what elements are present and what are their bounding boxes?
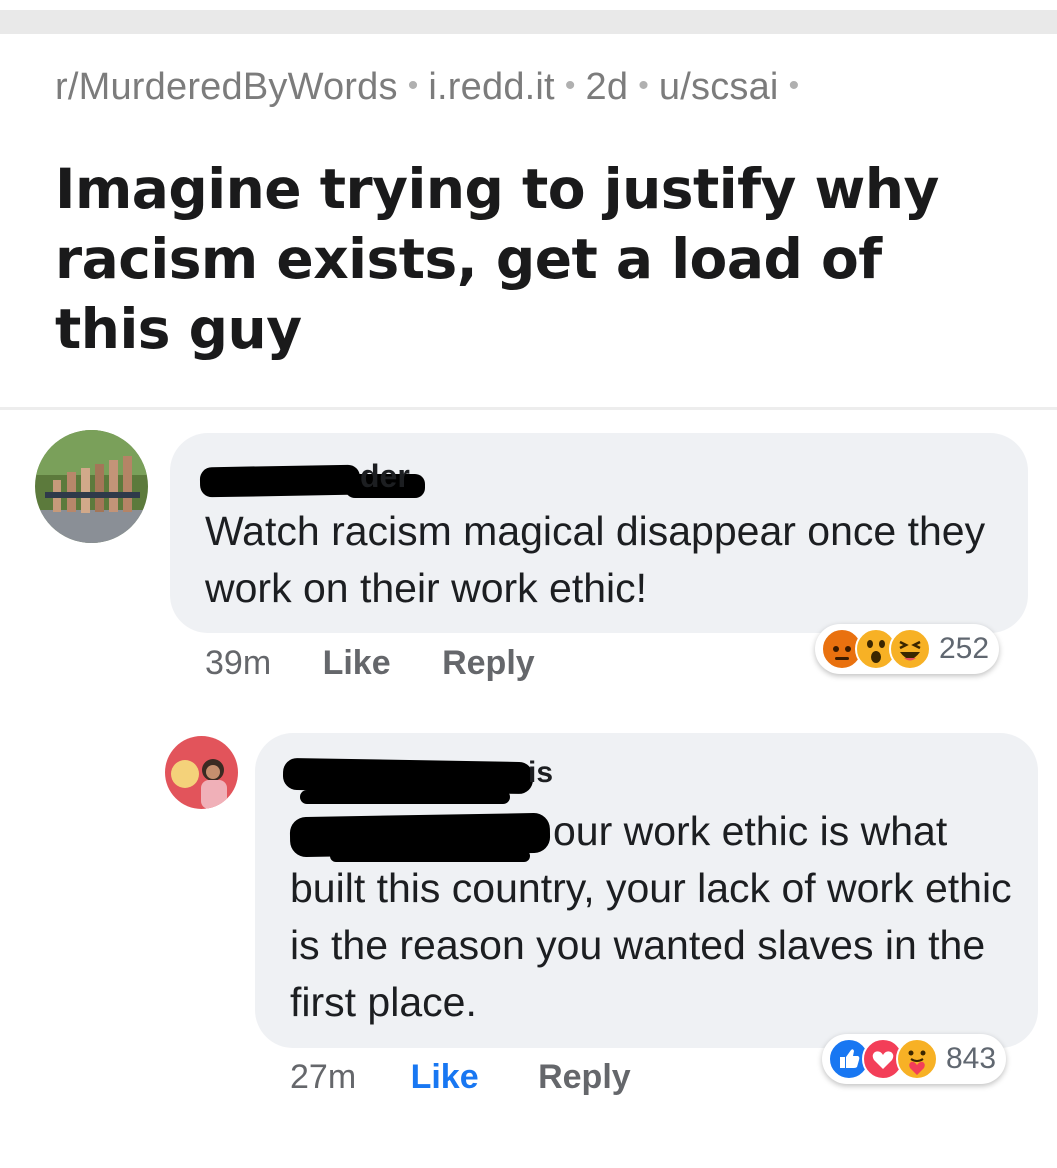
comment-text: Watch racism magical disappear once they… <box>205 508 986 611</box>
like-button[interactable]: Like <box>411 1058 479 1097</box>
reactions-summary[interactable]: 252 <box>815 624 1000 674</box>
subreddit-link[interactable]: r/MurderedByWords <box>55 66 398 108</box>
reply-button[interactable]: Reply <box>442 644 535 683</box>
comment-actions: 39m Like Reply <box>205 644 535 683</box>
post-author[interactable]: u/scsai <box>659 66 779 108</box>
post-domain[interactable]: i.redd.it <box>428 66 554 108</box>
avatar[interactable] <box>165 736 238 809</box>
post-title[interactable]: Imagine trying to justify why racism exi… <box>55 154 1015 364</box>
divider <box>0 407 1057 410</box>
haha-icon <box>889 628 931 670</box>
comment-author-fragment: is <box>528 756 554 789</box>
header-strip <box>0 10 1057 34</box>
separator-dot: • <box>788 69 800 102</box>
comment-author-fragment: der <box>360 458 410 494</box>
avatar[interactable] <box>35 430 148 543</box>
redacted-name <box>300 790 510 804</box>
reply-button[interactable]: Reply <box>538 1058 631 1097</box>
separator-dot: • <box>407 69 419 102</box>
care-icon <box>896 1038 938 1080</box>
like-button[interactable]: Like <box>323 644 391 683</box>
comment-text-body: our work ethic is what built this countr… <box>290 808 1012 1025</box>
redacted-name <box>282 757 534 795</box>
top-edge <box>0 0 1057 10</box>
comment-actions: 27m Like Reply <box>290 1058 631 1097</box>
reactions-summary[interactable]: 843 <box>822 1034 1007 1084</box>
reaction-count: 252 <box>939 632 990 665</box>
reaction-count: 843 <box>946 1042 997 1075</box>
post-age: 2d <box>585 66 629 108</box>
redacted-name <box>199 464 361 498</box>
comment-time: 39m <box>205 644 272 682</box>
comment-time: 27m <box>290 1058 357 1096</box>
separator-dot: • <box>638 69 649 102</box>
comment-text: our work ethic is what built this countr… <box>290 803 1020 1031</box>
post-meta: r/MurderedByWords • i.redd.it • 2d • u/scsai • <box>55 66 809 109</box>
separator-dot: • <box>564 69 576 102</box>
